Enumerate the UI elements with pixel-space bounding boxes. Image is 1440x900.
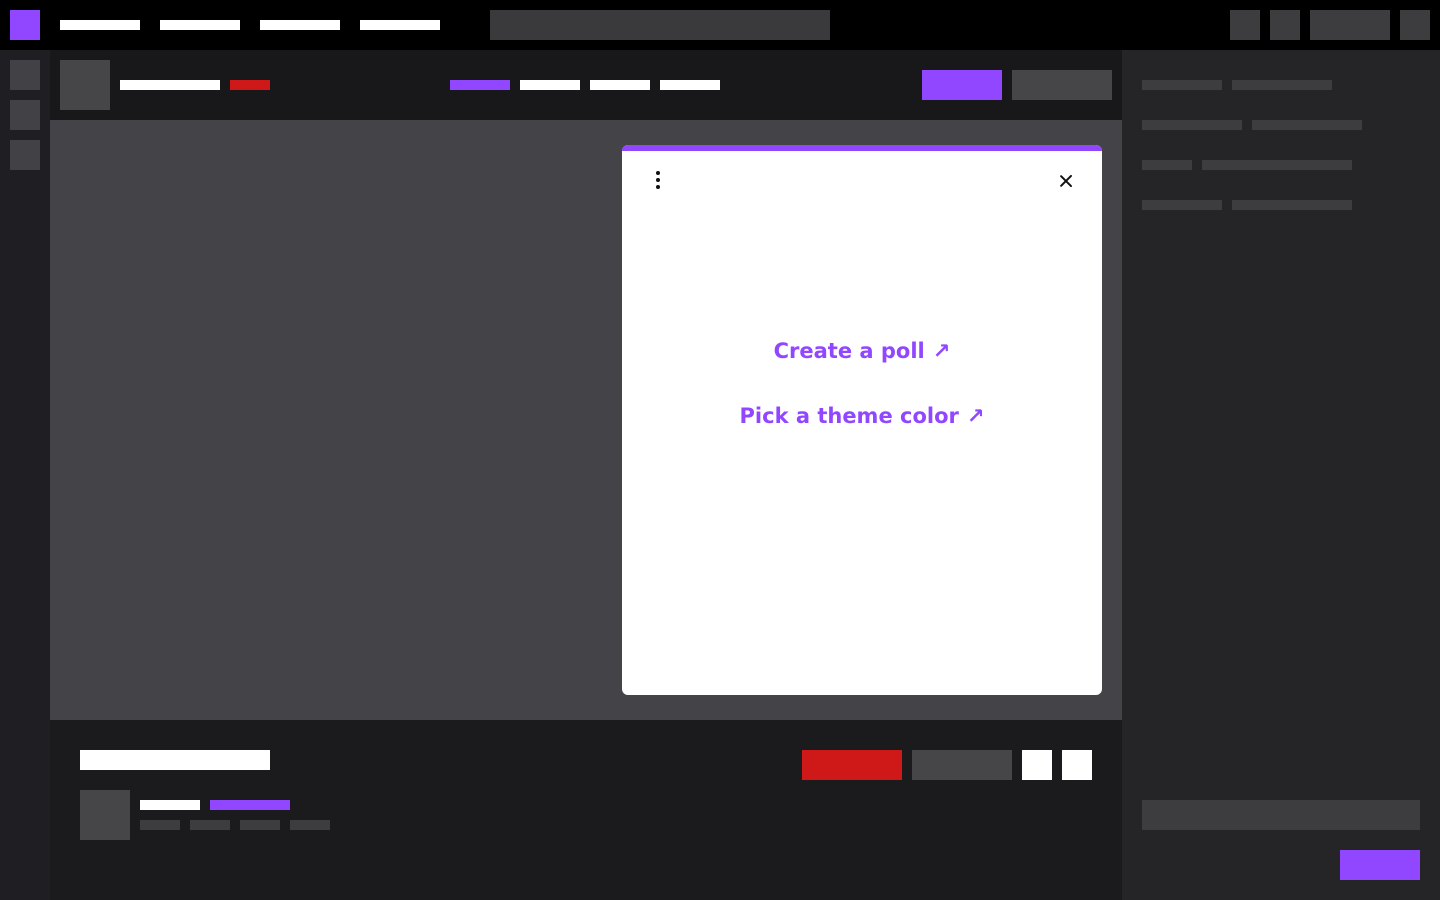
chat-message: [1232, 200, 1352, 210]
stream-info-panel: [50, 720, 1122, 900]
channel-header: [50, 50, 1122, 120]
more-options-icon[interactable]: [1062, 750, 1092, 780]
top-navigation-bar: [0, 0, 1440, 50]
user-menu-avatar[interactable]: [1400, 10, 1430, 40]
pick-theme-color-link[interactable]: Pick a theme color ↗: [622, 404, 1102, 428]
chat-username[interactable]: [1142, 120, 1242, 130]
chat-message: [1202, 160, 1352, 170]
chat-message: [1232, 80, 1332, 90]
chat-username[interactable]: [1142, 200, 1222, 210]
get-bits-button[interactable]: [1310, 10, 1390, 40]
search-input[interactable]: [490, 10, 830, 40]
channel-name[interactable]: [120, 80, 220, 90]
close-icon[interactable]: [1056, 171, 1076, 191]
arrow-up-right-icon: ↗: [966, 404, 985, 428]
inbox-icon[interactable]: [1270, 10, 1300, 40]
stream-title: [80, 750, 270, 770]
nav-link-4[interactable]: [360, 20, 440, 30]
stream-tag[interactable]: [240, 820, 280, 830]
chat-send-button[interactable]: [1340, 850, 1420, 880]
chat-username[interactable]: [1142, 160, 1192, 170]
nav-link-2[interactable]: [160, 20, 240, 30]
chat-username[interactable]: [1142, 80, 1222, 90]
extension-modal: Create a poll ↗ Pick a theme color ↗: [622, 145, 1102, 695]
stream-tag[interactable]: [140, 820, 180, 830]
tab-schedule[interactable]: [590, 80, 650, 90]
vertical-ellipsis-icon[interactable]: [654, 171, 662, 191]
tab-videos[interactable]: [660, 80, 720, 90]
stream-tag[interactable]: [290, 820, 330, 830]
chat-panel: [1122, 50, 1440, 900]
create-poll-label: Create a poll: [773, 339, 925, 363]
sidebar-channel-avatar[interactable]: [10, 60, 40, 90]
share-icon[interactable]: [1022, 750, 1052, 780]
streamer-name[interactable]: [140, 800, 200, 810]
tab-home[interactable]: [450, 80, 510, 90]
streamer-avatar[interactable]: [80, 790, 130, 840]
notifications-icon[interactable]: [1230, 10, 1260, 40]
category-link[interactable]: [210, 800, 290, 810]
nav-link-3[interactable]: [260, 20, 340, 30]
sidebar-channel-avatar[interactable]: [10, 140, 40, 170]
sidebar-channel-avatar[interactable]: [10, 100, 40, 130]
arrow-up-right-icon: ↗: [932, 339, 951, 363]
follow-button[interactable]: [922, 70, 1002, 100]
tab-about[interactable]: [520, 80, 580, 90]
primary-action-button[interactable]: [802, 750, 902, 780]
left-sidebar: [0, 50, 50, 900]
modal-accent-bar: [622, 145, 1102, 151]
pick-theme-color-label: Pick a theme color: [739, 404, 959, 428]
nav-link-1[interactable]: [60, 20, 140, 30]
create-poll-link[interactable]: Create a poll ↗: [622, 339, 1102, 363]
live-badge: [230, 80, 270, 90]
logo-icon[interactable]: [10, 10, 40, 40]
secondary-action-button[interactable]: [912, 750, 1012, 780]
stream-tag[interactable]: [190, 820, 230, 830]
channel-avatar[interactable]: [60, 60, 110, 110]
chat-input[interactable]: [1142, 800, 1420, 830]
chat-message: [1252, 120, 1362, 130]
subscribe-button[interactable]: [1012, 70, 1112, 100]
